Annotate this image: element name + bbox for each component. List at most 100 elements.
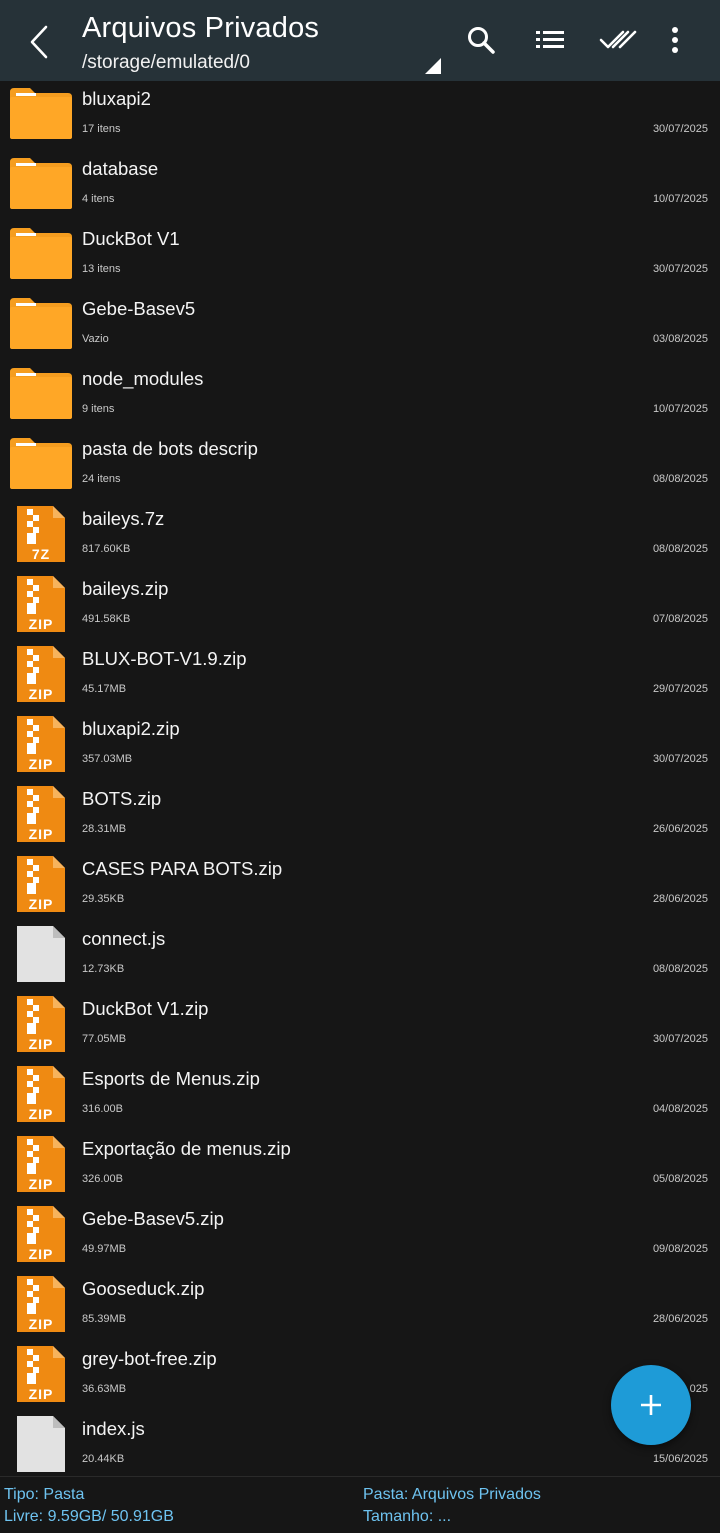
file-date: 29/07/2025 (652, 683, 708, 695)
file-date: 05/08/2025 (652, 1173, 708, 1185)
folder-icon (8, 434, 74, 494)
file-date: 10/07/2025 (652, 193, 708, 205)
file-row[interactable]: ZIP DuckBot V1.zip 77.05MB 30/07/2025 (0, 991, 720, 1061)
file-date: 15/06/2025 (652, 1453, 708, 1465)
file-date: 30/07/2025 (652, 753, 708, 765)
chevron-left-icon (30, 25, 48, 59)
file-date: 08/08/2025 (652, 543, 708, 555)
file-date: 03/08/2025 (652, 333, 708, 345)
file-date: 26/06/2025 (652, 823, 708, 835)
file-name: database (82, 158, 159, 179)
folder-icon (8, 84, 74, 144)
file-row[interactable]: ZIP baileys.zip 491.58KB 07/08/2025 (0, 571, 720, 641)
file-info: 817.60KB (82, 543, 131, 555)
archive-file-icon: ZIP (8, 784, 74, 844)
file-name: BLUX-BOT-V1.9.zip (82, 648, 247, 669)
svg-text:7Z: 7Z (32, 546, 50, 562)
file-info: 28.31MB (82, 823, 127, 835)
more-vert-icon (672, 27, 678, 53)
file-name: Gebe-Basev5.zip (82, 1208, 224, 1229)
search-icon (468, 27, 495, 54)
svg-text:ZIP: ZIP (29, 616, 54, 632)
list-view-icon (536, 31, 564, 48)
status-footer: Tipo: Pasta Livre: 9.59GB/ 50.91GB Pasta… (0, 1476, 720, 1533)
file-row[interactable]: index.js 20.44KB 15/06/2025 (0, 1411, 720, 1475)
archive-file-icon: ZIP (8, 1344, 74, 1404)
file-row[interactable]: ZIP BLUX-BOT-V1.9.zip 45.17MB 29/07/2025 (0, 641, 720, 711)
folder-row[interactable]: Gebe-Basev5 Vazio 03/08/2025 (0, 291, 720, 361)
footer-free-space: Livre: 9.59GB/ 50.91GB (4, 1508, 174, 1525)
archive-file-icon: ZIP (8, 574, 74, 634)
file-date: 30/07/2025 (652, 123, 708, 135)
footer-folder: Pasta: Arquivos Privados (363, 1486, 541, 1503)
file-date: 09/08/2025 (652, 1243, 708, 1255)
file-name: Gooseduck.zip (82, 1278, 205, 1299)
more-options-button[interactable] (655, 20, 695, 60)
file-name: Exportação de menus.zip (82, 1138, 291, 1159)
document-file-icon (8, 924, 74, 984)
file-row[interactable]: 7Z baileys.7z 817.60KB 08/08/2025 (0, 501, 720, 571)
file-name: CASES PARA BOTS.zip (82, 858, 283, 879)
file-row[interactable]: ZIP Gooseduck.zip 85.39MB 28/06/2025 (0, 1271, 720, 1341)
file-info: 491.58KB (82, 613, 131, 625)
file-date: 30/07/2025 (652, 1033, 708, 1045)
folder-row[interactable]: pasta de bots descrip 24 itens 08/08/2025 (0, 431, 720, 501)
file-date: 10/07/2025 (652, 403, 708, 415)
add-fab-button[interactable] (611, 1365, 691, 1445)
file-info: 9 itens (82, 403, 115, 415)
folder-icon (8, 154, 74, 214)
folder-row[interactable]: node_modules 9 itens 10/07/2025 (0, 361, 720, 431)
current-path[interactable]: /storage/emulated/0 (82, 52, 250, 74)
file-row[interactable]: ZIP Exportação de menus.zip 326.00B 05/08/2… (0, 1131, 720, 1201)
document-file-icon (8, 1414, 74, 1474)
file-info: 45.17MB (82, 683, 127, 695)
path-dropdown-indicator[interactable] (425, 58, 441, 74)
file-name: Esports de Menus.zip (82, 1068, 260, 1089)
svg-text:ZIP: ZIP (29, 1106, 54, 1122)
file-list: bluxapi2 17 itens 30/07/2025 database 4 iten… (0, 81, 720, 1475)
file-name: bluxapi2.zip (82, 718, 180, 739)
file-info: 24 itens (82, 473, 121, 485)
file-row[interactable]: ZIP Esports de Menus.zip 316.00B 04/08/2025 (0, 1061, 720, 1131)
file-info: 357.03MB (82, 753, 133, 765)
archive-file-icon: ZIP (8, 1134, 74, 1194)
select-all-button[interactable] (598, 20, 638, 60)
folder-icon (8, 364, 74, 424)
file-date: 30/07/2025 (652, 263, 708, 275)
file-name: connect.js (82, 928, 166, 949)
folder-row[interactable]: database 4 itens 10/07/2025 (0, 151, 720, 221)
file-row[interactable]: connect.js 12.73KB 08/08/2025 (0, 921, 720, 991)
plus-icon (641, 1395, 661, 1415)
search-button[interactable] (461, 20, 501, 60)
archive-file-icon: ZIP (8, 1274, 74, 1334)
file-date: 025 (689, 1383, 708, 1395)
file-row[interactable]: ZIP bluxapi2.zip 357.03MB 30/07/2025 (0, 711, 720, 781)
file-info: 29.35KB (82, 893, 125, 905)
file-info: Vazio (82, 333, 109, 345)
file-date: 28/06/2025 (652, 893, 708, 905)
app-header: Arquivos Privados /storage/emulated/0 (0, 0, 720, 81)
folder-icon (8, 224, 74, 284)
footer-type: Tipo: Pasta (4, 1486, 85, 1503)
svg-text:ZIP: ZIP (29, 896, 54, 912)
file-info: 20.44KB (82, 1453, 125, 1465)
view-mode-button[interactable] (530, 20, 570, 60)
archive-file-icon: ZIP (8, 1204, 74, 1264)
archive-file-icon: ZIP (8, 714, 74, 774)
file-info: 13 itens (82, 263, 121, 275)
file-name: baileys.7z (82, 508, 165, 529)
file-row[interactable]: ZIP Gebe-Basev5.zip 49.97MB 09/08/2025 (0, 1201, 720, 1271)
file-row[interactable]: ZIP BOTS.zip 28.31MB 26/06/2025 (0, 781, 720, 851)
folder-row[interactable]: bluxapi2 17 itens 30/07/2025 (0, 81, 720, 151)
file-name: pasta de bots descrip (82, 438, 258, 459)
folder-row[interactable]: DuckBot V1 13 itens 30/07/2025 (0, 221, 720, 291)
file-date: 04/08/2025 (652, 1103, 708, 1115)
file-row[interactable]: ZIP CASES PARA BOTS.zip 29.35KB 28/06/2025 (0, 851, 720, 921)
file-date: 07/08/2025 (652, 613, 708, 625)
file-name: DuckBot V1 (82, 228, 180, 249)
svg-text:ZIP: ZIP (29, 1176, 54, 1192)
back-button[interactable] (22, 22, 58, 62)
svg-text:ZIP: ZIP (29, 756, 54, 772)
file-date: 08/08/2025 (652, 473, 708, 485)
file-info: 4 itens (82, 193, 115, 205)
